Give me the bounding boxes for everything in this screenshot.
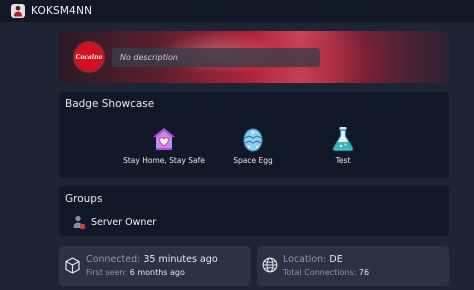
location-label: Location:	[283, 254, 327, 265]
total-connections-value: 76	[358, 268, 370, 277]
avatar[interactable]	[11, 4, 25, 18]
badge-showcase-title: Badge Showcase	[65, 98, 155, 110]
cube-icon	[65, 257, 80, 274]
groups-title: Groups	[65, 193, 103, 205]
first-seen-label: First seen:	[86, 268, 128, 277]
first-seen-value: 6 months ago	[129, 268, 185, 277]
connection-card	[59, 246, 251, 286]
badge-test[interactable]: Test	[323, 126, 363, 165]
connected-label: Connected:	[86, 254, 141, 265]
person-icon	[73, 215, 85, 229]
connected-value: 35 minutes ago	[143, 254, 218, 265]
group-name: Server Owner	[91, 216, 157, 228]
first-seen-line: First seen: 6 months ago	[86, 268, 185, 277]
profile-logo: Cocaine	[74, 42, 104, 72]
badge-label: Space Egg	[233, 156, 273, 165]
total-connections-line: Total Connections: 76	[283, 268, 369, 277]
globe-icon	[262, 257, 278, 273]
group-item-server-owner[interactable]: Server Owner	[73, 215, 156, 229]
flask-icon	[332, 127, 354, 152]
description-text: No description	[120, 53, 178, 62]
badge-label: Test	[335, 156, 351, 165]
location-card	[257, 246, 449, 286]
connected-line: Connected: 35 minutes ago	[86, 254, 218, 265]
location-value: DE	[329, 254, 343, 265]
username[interactable]: KOKSM4NN	[31, 5, 92, 17]
total-connections-label: Total Connections:	[283, 268, 357, 277]
badge-label: Stay Home, Stay Safe	[123, 156, 205, 165]
top-bar: KOKSM4NN	[0, 0, 474, 22]
badge-space-egg[interactable]: Space Egg	[224, 126, 282, 165]
heart-house-icon	[153, 128, 175, 150]
badge-stay-home[interactable]: Stay Home, Stay Safe	[122, 126, 206, 165]
description-field[interactable]: No description	[112, 48, 320, 67]
person-avatar-icon	[14, 5, 22, 17]
location-line: Location: DE	[283, 254, 343, 265]
egg-icon	[243, 128, 263, 152]
logo-text: Cocaine	[75, 53, 103, 61]
